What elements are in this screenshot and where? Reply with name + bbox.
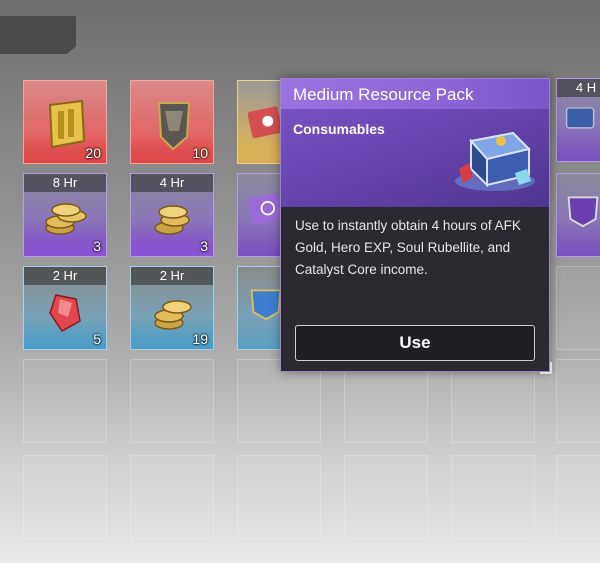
inventory-slot-coins-4hr[interactable]: 4 Hr 3	[130, 173, 214, 257]
empty-slot[interactable]	[23, 359, 107, 443]
inventory-slot-partial-right[interactable]	[556, 173, 600, 257]
item-count: 3	[93, 238, 101, 254]
empty-slot[interactable]	[237, 455, 321, 539]
purple-emblem-icon	[567, 196, 599, 228]
inventory-slot-partial-right[interactable]: 4 H	[556, 78, 600, 162]
inventory-slot-crystal-2hr[interactable]: 2 Hr 5	[23, 266, 107, 350]
inventory-slot-partial[interactable]	[237, 266, 283, 350]
purple-card-icon	[248, 193, 283, 226]
item-count: 20	[85, 145, 101, 161]
empty-slot[interactable]	[344, 455, 428, 539]
popup-title: Medium Resource Pack	[293, 85, 474, 104]
item-count: 3	[200, 238, 208, 254]
empty-slot[interactable]	[556, 455, 600, 539]
tab-stub[interactable]	[0, 16, 76, 54]
resource-pack-icon	[455, 131, 535, 191]
popup-corner-accent	[540, 362, 552, 374]
empty-slot[interactable]	[130, 455, 214, 539]
inventory-slot-coins-2hr[interactable]: 2 Hr 19	[130, 266, 214, 350]
item-description: Use to instantly obtain 4 hours of AFK G…	[295, 218, 521, 277]
popup-header: Medium Resource Pack Consumables	[281, 79, 549, 207]
empty-slot[interactable]	[451, 455, 535, 539]
item-detail-popup: Medium Resource Pack Consumables Use to …	[280, 78, 552, 374]
empty-slot[interactable]	[556, 266, 600, 350]
resource-chest-icon	[565, 107, 595, 129]
inventory-slot-coins-8hr[interactable]: 8 Hr 3	[23, 173, 107, 257]
inventory-slot-gold-scroll[interactable]: 20	[23, 80, 107, 164]
gold-coins-icon	[154, 205, 190, 235]
empty-slot[interactable]	[556, 359, 600, 443]
item-count: 19	[192, 331, 208, 347]
item-count: 10	[192, 145, 208, 161]
item-category: Consumables	[293, 121, 385, 137]
inventory-slot-dark-scroll[interactable]: 10	[130, 80, 214, 164]
inventory-slot-partial[interactable]	[237, 80, 283, 164]
duration-label: 4 H	[557, 79, 600, 97]
empty-slot[interactable]	[130, 359, 214, 443]
skull-card-icon	[248, 106, 283, 139]
item-count: 5	[93, 331, 101, 347]
empty-slot[interactable]	[23, 455, 107, 539]
inventory-slot-partial[interactable]	[237, 173, 283, 257]
gold-coins-icon	[45, 203, 87, 235]
use-button[interactable]: Use	[295, 325, 535, 361]
blue-emblem-icon	[250, 289, 282, 321]
red-crystal-icon	[49, 294, 81, 332]
